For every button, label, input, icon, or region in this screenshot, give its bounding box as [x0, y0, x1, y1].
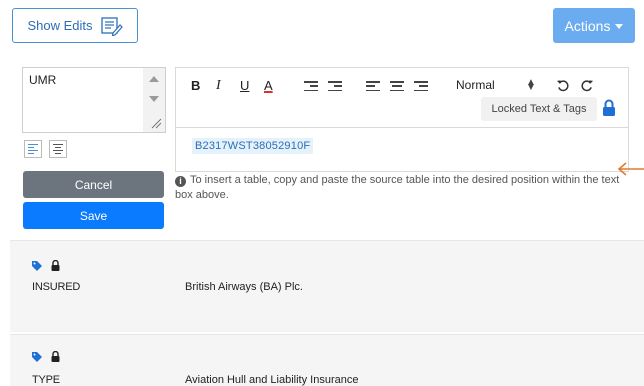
- underline-button[interactable]: U: [240, 78, 249, 93]
- field-name-editor: UMR Cancel Save: [22, 67, 166, 232]
- undo-icon[interactable]: [556, 79, 569, 92]
- align-left-text-icon[interactable]: [366, 81, 380, 91]
- lock-icon[interactable]: [51, 351, 60, 362]
- show-edits-button[interactable]: Show Edits: [12, 8, 138, 43]
- record-row-type: TYPE Aviation Hull and Liability Insuran…: [10, 334, 644, 386]
- actions-dropdown-button[interactable]: Actions: [553, 8, 635, 43]
- editor-content-text[interactable]: B2317WST38052910F: [192, 138, 314, 154]
- lock-icon[interactable]: [51, 260, 60, 271]
- editor-toolbar: B I U A Normal ▲ ▼ Locked Text & Tags: [176, 68, 628, 128]
- italic-button[interactable]: I: [216, 78, 221, 94]
- scroll-down-icon[interactable]: [149, 96, 159, 102]
- select-arrows-icon[interactable]: ▲ ▼: [526, 78, 536, 93]
- resize-grip-icon[interactable]: [150, 117, 162, 129]
- show-edits-label: Show Edits: [27, 18, 93, 33]
- tag-icon[interactable]: [32, 352, 42, 362]
- save-button[interactable]: Save: [23, 202, 164, 229]
- annotation-arrow-icon: [617, 162, 644, 176]
- scroll-up-icon[interactable]: [149, 76, 159, 82]
- align-left-icon[interactable]: [24, 140, 42, 158]
- locked-text-tags-label: Locked Text & Tags: [481, 97, 597, 121]
- paragraph-style-select[interactable]: Normal: [456, 78, 495, 92]
- cancel-button[interactable]: Cancel: [23, 171, 164, 198]
- top-bar: Show Edits Actions: [0, 0, 644, 60]
- field-label: INSURED: [32, 281, 81, 293]
- field-value: Aviation Hull and Liability Insurance: [185, 374, 359, 386]
- tag-icon[interactable]: [32, 261, 42, 271]
- align-center-icon[interactable]: [49, 140, 67, 158]
- lock-icon[interactable]: [602, 99, 616, 117]
- field-name-textarea[interactable]: UMR: [22, 67, 166, 133]
- font-color-button[interactable]: A: [264, 78, 273, 93]
- info-icon: i: [175, 176, 186, 187]
- field-label: TYPE: [32, 374, 60, 386]
- rich-text-editor: B I U A Normal ▲ ▼ Locked Text & Tags B2…: [175, 67, 629, 172]
- record-row-insured: INSURED British Airways (BA) Plc.: [10, 240, 644, 332]
- table-insert-hint: i To insert a table, copy and paste the s…: [175, 173, 627, 203]
- align-right-text-icon[interactable]: [414, 81, 428, 91]
- field-name-value: UMR: [29, 73, 57, 87]
- align-center-text-icon[interactable]: [390, 81, 404, 91]
- hint-text: To insert a table, copy and paste the so…: [175, 174, 620, 201]
- redo-icon[interactable]: [581, 79, 594, 92]
- actions-label: Actions: [564, 17, 611, 34]
- outdent-icon[interactable]: [304, 81, 318, 91]
- bold-button[interactable]: B: [191, 78, 200, 93]
- caret-down-icon: [615, 24, 624, 29]
- field-value: British Airways (BA) Plc.: [185, 281, 303, 293]
- edit-document-icon: [100, 16, 123, 36]
- edit-panel: UMR Cancel Save B I U A Normal ▲ ▼ Locke…: [0, 60, 644, 240]
- indent-icon[interactable]: [328, 81, 342, 91]
